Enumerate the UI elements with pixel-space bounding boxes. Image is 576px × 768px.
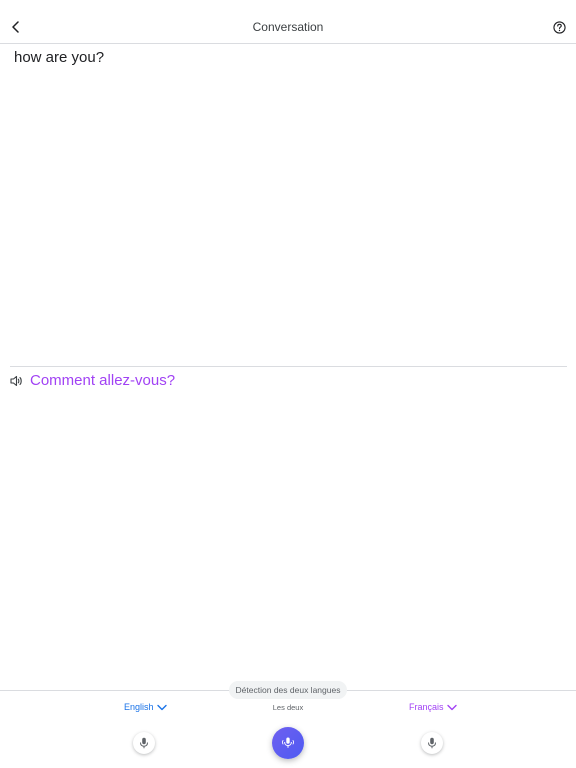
page-title: Conversation xyxy=(252,20,324,34)
target-language-mic-button[interactable] xyxy=(421,732,443,754)
both-languages-mic-button[interactable] xyxy=(272,727,304,759)
app-bar: Conversation xyxy=(0,0,576,44)
microphone-icon xyxy=(140,737,148,749)
target-language-selector[interactable]: Français xyxy=(409,702,457,712)
source-text: how are you? xyxy=(14,49,105,66)
listen-button[interactable] xyxy=(9,374,23,388)
microphone-icon xyxy=(428,737,436,749)
both-languages-label: Les deux xyxy=(272,703,304,712)
help-button[interactable] xyxy=(548,16,570,38)
language-detection-chip: Détection des deux langues xyxy=(229,681,347,699)
target-language-label: Français xyxy=(409,702,444,712)
source-language-selector[interactable]: English xyxy=(124,702,167,712)
conversation-screen: Conversation how are you? Comment allez-… xyxy=(0,0,576,768)
chevron-down-icon xyxy=(446,704,457,710)
source-language-label: English xyxy=(124,702,154,712)
source-language-mic-button[interactable] xyxy=(133,732,155,754)
chevron-down-icon xyxy=(156,704,167,710)
help-icon xyxy=(552,20,566,34)
translated-text: Comment allez-vous? xyxy=(30,372,176,389)
conversation-divider xyxy=(10,366,567,367)
speaker-icon xyxy=(9,375,22,387)
dual-microphone-icon xyxy=(282,737,294,748)
